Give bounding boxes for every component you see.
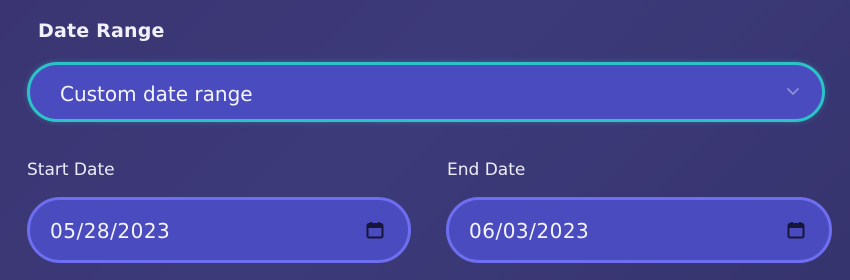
start-date-label: Start Date (27, 160, 115, 180)
chevron-down-icon (787, 88, 799, 95)
date-range-panel: Date Range Custom date range Start Date … (0, 0, 850, 280)
calendar-icon[interactable] (787, 221, 805, 239)
start-date-input[interactable]: 05/28/2023 (27, 197, 411, 263)
date-range-select[interactable]: Custom date range (27, 62, 825, 122)
calendar-icon[interactable] (366, 221, 384, 239)
end-date-input[interactable]: 06/03/2023 (446, 197, 832, 263)
start-date-value: 05/28/2023 (50, 219, 171, 243)
end-date-label: End Date (447, 160, 526, 180)
end-date-value: 06/03/2023 (469, 219, 590, 243)
date-range-selected-value: Custom date range (60, 82, 253, 106)
date-range-label: Date Range (38, 20, 165, 42)
